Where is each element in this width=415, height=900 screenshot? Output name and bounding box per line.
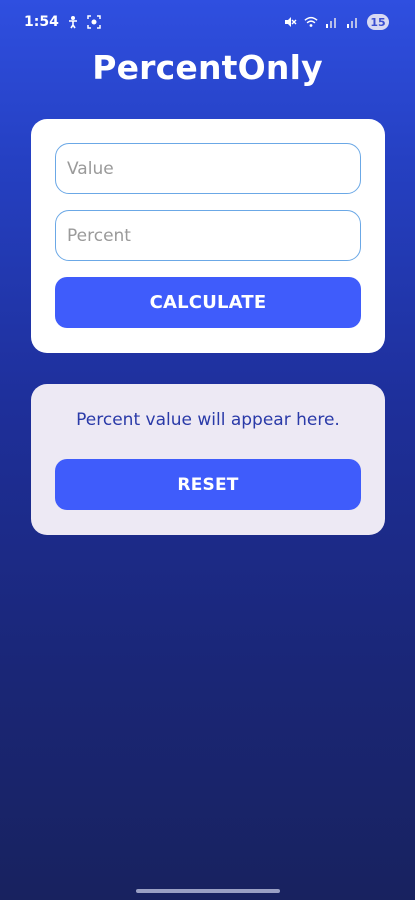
status-time: 1:54 [24, 14, 59, 30]
screen-record-icon [87, 15, 101, 29]
status-bar-left: 1:54 [24, 14, 101, 30]
home-indicator[interactable] [136, 889, 280, 893]
result-card: Percent value will appear here. RESET [31, 384, 385, 535]
signal-icon [346, 15, 360, 29]
page-title: PercentOnly [92, 48, 323, 87]
wifi-icon [304, 15, 318, 29]
input-card: CALCULATE [31, 119, 385, 353]
mute-icon [283, 15, 297, 29]
calculate-button[interactable]: CALCULATE [55, 277, 361, 328]
value-input[interactable] [55, 143, 361, 194]
reset-button[interactable]: RESET [55, 459, 361, 510]
result-text: Percent value will appear here. [76, 410, 340, 430]
signal-icon [325, 15, 339, 29]
battery-indicator: 15 [367, 14, 389, 30]
percent-input[interactable] [55, 210, 361, 261]
status-bar-right: 15 [283, 14, 389, 30]
status-bar: 1:54 15 [0, 0, 415, 44]
accessibility-icon [66, 15, 80, 29]
